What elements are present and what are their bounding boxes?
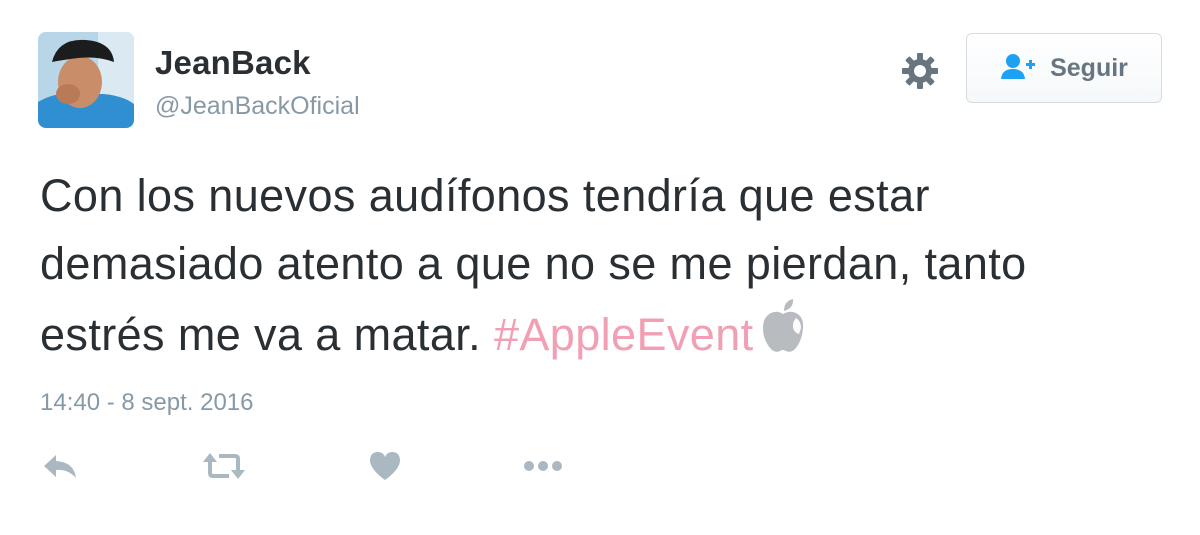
gear-icon[interactable] <box>900 51 940 91</box>
tweet-card: JeanBack @JeanBackOficial Seguir Con los… <box>0 0 1200 535</box>
user-handle[interactable]: @JeanBackOficial <box>155 92 360 121</box>
avatar[interactable] <box>38 32 134 128</box>
tweet-text: Con los nuevos audífonos tendría que est… <box>40 162 1150 373</box>
heart-icon[interactable] <box>368 449 402 483</box>
follow-button[interactable]: Seguir <box>966 33 1162 103</box>
hashtag-link[interactable]: #AppleEvent <box>494 309 754 360</box>
follow-button-label: Seguir <box>1050 53 1128 82</box>
more-icon[interactable] <box>522 449 564 483</box>
apple-logo-icon <box>760 298 806 373</box>
retweet-icon[interactable] <box>202 449 246 483</box>
display-name[interactable]: JeanBack <box>155 44 311 82</box>
reply-icon[interactable] <box>42 449 78 483</box>
tweet-timestamp[interactable]: 14:40 - 8 sept. 2016 <box>40 389 254 417</box>
follow-user-icon <box>1000 52 1036 85</box>
